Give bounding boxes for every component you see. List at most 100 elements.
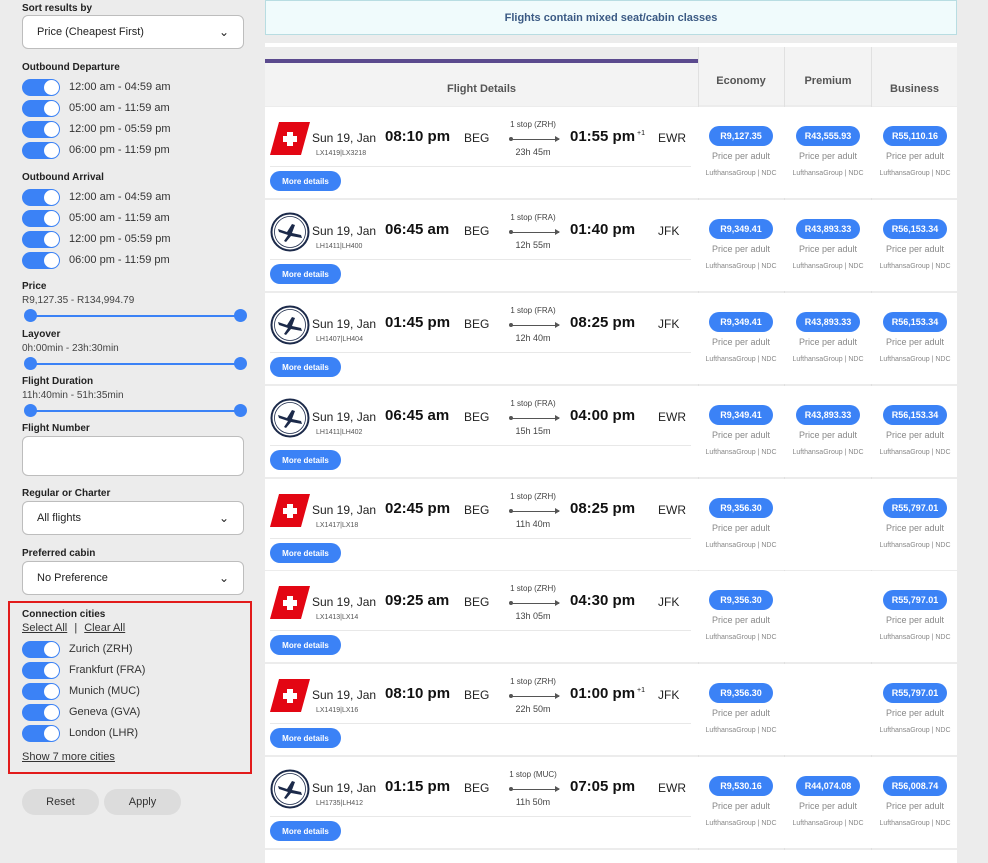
layover-range: 0h:00min - 23h:30min — [22, 343, 119, 354]
arrival-toggle-row[interactable]: 12:00 am - 04:59 am — [22, 188, 171, 206]
flight-date: Sun 19, Jan — [312, 781, 377, 795]
toggle-switch[interactable] — [22, 78, 60, 96]
economy-price-button[interactable]: R9,349.41 — [709, 405, 773, 425]
business-price-button[interactable]: R55,797.01 — [883, 683, 947, 703]
toggle-switch[interactable] — [22, 209, 60, 227]
economy-price-button[interactable]: R9,530.16 — [709, 776, 773, 796]
business-price-button[interactable]: R55,797.01 — [883, 590, 947, 610]
slider-max-handle[interactable] — [234, 404, 247, 417]
business-price-button[interactable]: R55,110.16 — [883, 126, 947, 146]
premium-price-button[interactable]: R43,893.33 — [796, 219, 860, 239]
premium-price-button[interactable]: R44,074.08 — [796, 776, 860, 796]
city-toggle-row[interactable]: Zurich (ZRH) — [22, 640, 133, 658]
slider-min-handle[interactable] — [24, 309, 37, 322]
economy-price-button[interactable]: R9,349.41 — [709, 219, 773, 239]
more-details-button[interactable]: More details — [270, 543, 341, 563]
fare-source-label: LufthansaGroup | NDC — [792, 356, 864, 363]
toggle-switch[interactable] — [22, 120, 60, 138]
toggle-switch[interactable] — [22, 141, 60, 159]
economy-header: Economy — [698, 47, 784, 105]
slider-max-handle[interactable] — [234, 357, 247, 370]
premium-price-button[interactable]: R43,893.33 — [796, 405, 860, 425]
economy-price-button[interactable]: R9,356.30 — [709, 683, 773, 703]
slider-max-handle[interactable] — [234, 309, 247, 322]
departure-time: 06:45 am — [385, 407, 450, 424]
premium-price-button[interactable]: R43,555.93 — [796, 126, 860, 146]
arrival-toggle-row[interactable]: 05:00 am - 11:59 am — [22, 209, 170, 227]
divider — [270, 259, 691, 260]
slider-min-handle[interactable] — [24, 404, 37, 417]
flight-number-input[interactable] — [22, 436, 244, 476]
economy-price-button[interactable]: R9,356.30 — [709, 498, 773, 518]
route-arrow-icon — [509, 322, 560, 328]
toggle-switch[interactable] — [22, 640, 60, 658]
price-per-adult-label: Price per adult — [798, 151, 858, 161]
arrival-time: 01:55 pm +1 — [570, 128, 645, 145]
departure-toggle-row[interactable]: 12:00 pm - 05:59 pm — [22, 120, 171, 138]
departure-toggle-row[interactable]: 06:00 pm - 11:59 pm — [22, 141, 170, 159]
more-details-button[interactable]: More details — [270, 635, 341, 655]
regular-charter-select[interactable]: All flights ⌄ — [22, 501, 244, 535]
slider-min-handle[interactable] — [24, 357, 37, 370]
city-toggle-row[interactable]: London (LHR) — [22, 724, 138, 742]
economy-price-button[interactable]: R9,127.35 — [709, 126, 773, 146]
lufthansa-logo-icon — [270, 398, 310, 438]
flight-number: LX1419|LX16 — [316, 707, 359, 714]
more-details-button[interactable]: More details — [270, 264, 341, 284]
more-details-button[interactable]: More details — [270, 171, 341, 191]
preferred-cabin-select[interactable]: No Preference ⌄ — [22, 561, 244, 595]
toggle-switch[interactable] — [22, 230, 60, 248]
toggle-switch[interactable] — [22, 682, 60, 700]
flight-duration: 23h 45m — [515, 147, 551, 157]
arrival-time: 04:00 pm — [570, 407, 637, 424]
departure-toggle-row[interactable]: 05:00 am - 11:59 am — [22, 99, 170, 117]
toggle-switch[interactable] — [22, 99, 60, 117]
more-details-button[interactable]: More details — [270, 821, 341, 841]
toggle-switch[interactable] — [22, 724, 60, 742]
reset-button[interactable]: Reset — [22, 789, 99, 815]
business-price-cell: R56,153.34 Price per adult LufthansaGroup … — [872, 386, 958, 477]
business-price-button[interactable]: R56,153.34 — [883, 405, 947, 425]
clear-all-link[interactable]: Clear All — [84, 622, 125, 634]
show-more-cities-link[interactable]: Show 7 more cities — [22, 751, 115, 763]
filter-sidebar: Sort results by Price (Cheapest First) ⌄ … — [0, 0, 260, 863]
apply-button[interactable]: Apply — [104, 789, 181, 815]
departure-time: 01:45 pm — [385, 314, 451, 331]
price-slider[interactable] — [24, 309, 247, 322]
toggle-switch[interactable] — [22, 703, 60, 721]
business-price-button[interactable]: R56,153.34 — [883, 219, 947, 239]
flight-duration-slider[interactable] — [24, 404, 247, 417]
toggle-switch[interactable] — [22, 188, 60, 206]
select-all-link[interactable]: Select All — [22, 622, 67, 634]
origin-airport: BEG — [464, 503, 490, 517]
sort-select[interactable]: Price (Cheapest First) ⌄ — [22, 15, 244, 49]
toggle-switch[interactable] — [22, 251, 60, 269]
more-details-button[interactable]: More details — [270, 450, 341, 470]
flight-row-partial — [265, 850, 957, 863]
city-toggle-row[interactable]: Munich (MUC) — [22, 682, 140, 700]
arrival-toggle-row[interactable]: 12:00 pm - 05:59 pm — [22, 230, 171, 248]
arrival-toggle-row[interactable]: 06:00 pm - 11:59 pm — [22, 251, 170, 269]
price-per-adult-label: Price per adult — [798, 801, 858, 811]
economy-price-button[interactable]: R9,356.30 — [709, 590, 773, 610]
business-price-cell: R56,153.34 Price per adult LufthansaGroup … — [872, 200, 958, 291]
departure-toggle-row[interactable]: 12:00 am - 04:59 am — [22, 78, 171, 96]
business-price-button[interactable]: R55,797.01 — [883, 498, 947, 518]
more-details-button[interactable]: More details — [270, 357, 341, 377]
city-toggle-row[interactable]: Frankfurt (FRA) — [22, 661, 145, 679]
business-price-cell: R56,008.74 Price per adult LufthansaGroup … — [872, 757, 958, 848]
toggle-label: 12:00 am - 04:59 am — [69, 191, 171, 203]
economy-price-button[interactable]: R9,349.41 — [709, 312, 773, 332]
fare-source-label: LufthansaGroup | NDC — [879, 634, 951, 641]
flight-number: LH1735|LH412 — [316, 800, 363, 807]
business-price-button[interactable]: R56,153.34 — [883, 312, 947, 332]
toggle-switch[interactable] — [22, 661, 60, 679]
flight-details-cell: Sun 19, Jan LX1417|LX18 02:45 pm BEG 1 stop … — [265, 479, 696, 570]
price-per-adult-label: Price per adult — [798, 244, 858, 254]
layover-slider[interactable] — [24, 357, 247, 370]
city-toggle-row[interactable]: Geneva (GVA) — [22, 703, 140, 721]
toggle-label: 12:00 am - 04:59 am — [69, 81, 171, 93]
premium-price-button[interactable]: R43,893.33 — [796, 312, 860, 332]
business-price-button[interactable]: R56,008.74 — [883, 776, 947, 796]
more-details-button[interactable]: More details — [270, 728, 341, 748]
